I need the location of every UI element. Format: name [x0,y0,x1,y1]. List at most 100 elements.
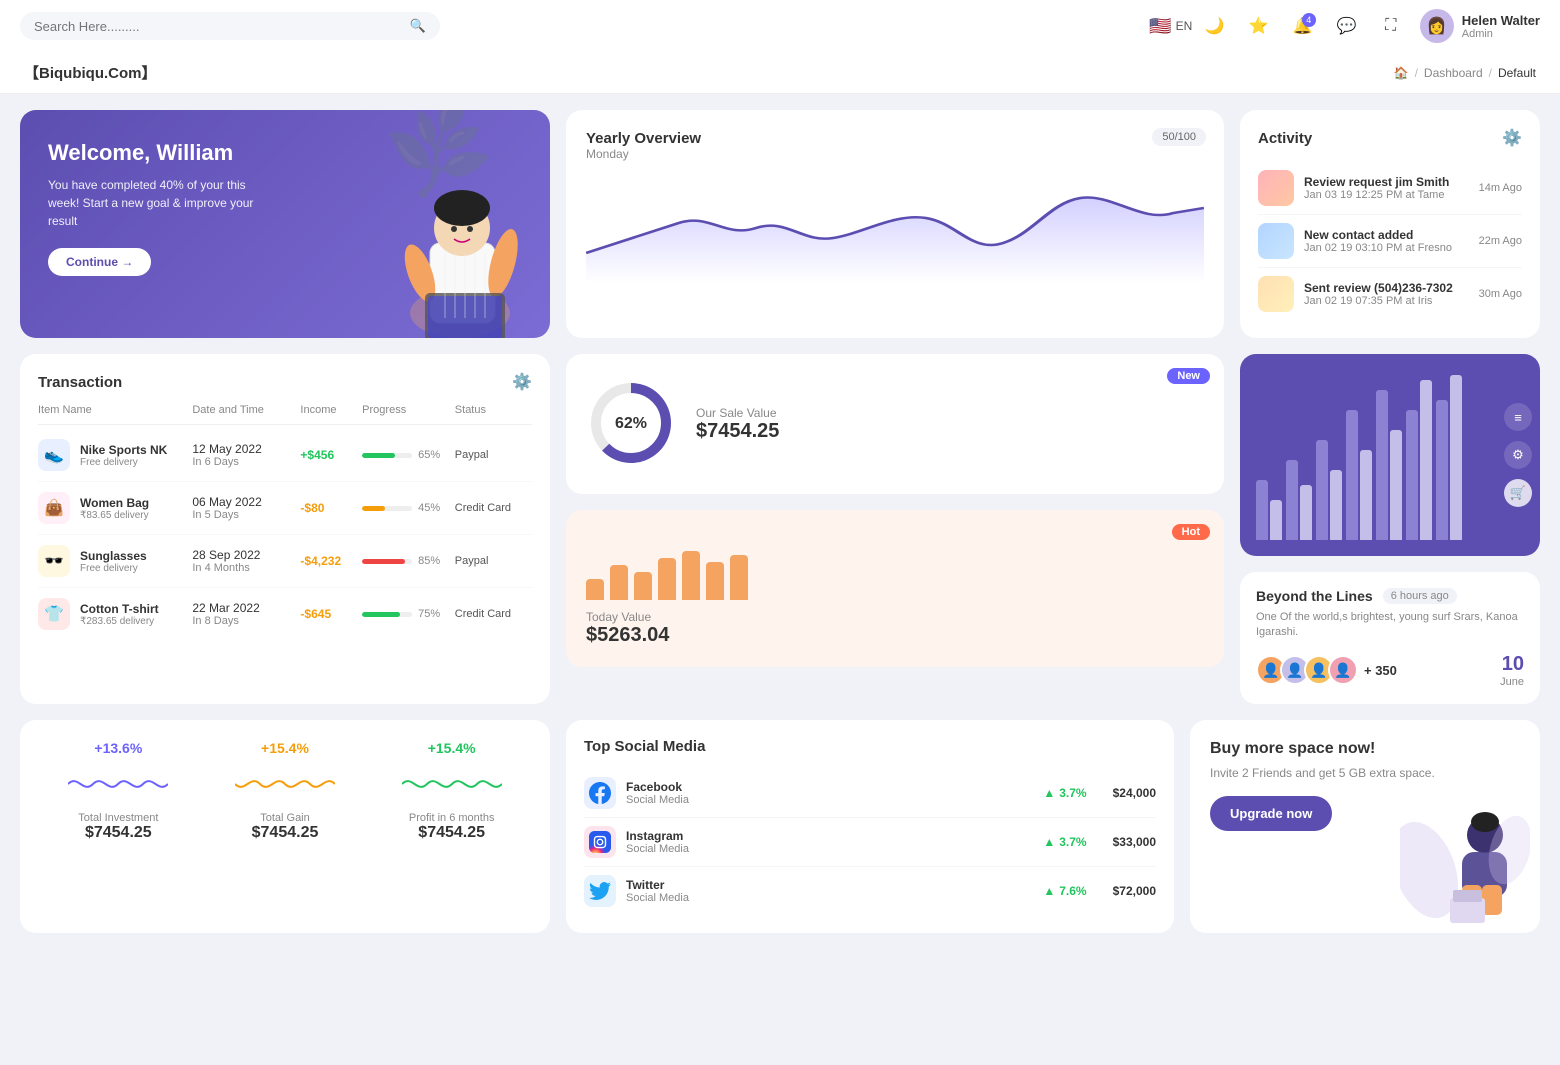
fullscreen-icon[interactable]: ⛶ [1376,11,1406,41]
instagram-amount: $33,000 [1113,835,1156,849]
activity-header: Activity ⚙️ [1258,128,1522,148]
home-icon[interactable]: 🏠 [1394,66,1409,80]
activity-settings[interactable]: ⚙️ [1502,128,1522,148]
bar-action-cart[interactable]: 🛒 [1504,479,1532,507]
date-1: 12 May 2022 [192,442,300,456]
stat-value-2: $7454.25 [252,824,319,842]
date-4: 22 Mar 2022 [192,601,300,615]
today-bar-7 [730,555,748,601]
income-3: -$4,232 [300,554,362,568]
social-card: Top Social Media Facebook Social Media ▲… [566,720,1174,933]
beyond-date-mon: June [1500,676,1524,688]
beyond-date-num: 10 [1500,653,1524,676]
beyond-date: 10 June [1500,653,1524,688]
favorites-icon[interactable]: ⭐ [1244,11,1274,41]
activity-info-1: Review request jim Smith Jan 03 19 12:25… [1304,175,1469,201]
stat-pct-3: +15.4% [428,740,476,756]
brand-logo: 【Biqubiqu.Com】 [24,62,156,83]
instagram-type: Social Media [626,843,1033,855]
breadcrumb-bar: 【Biqubiqu.Com】 🏠 / Dashboard / Default [0,52,1560,94]
item-icon-1: 👟 [38,439,70,471]
date-3: 28 Sep 2022 [192,548,300,562]
transaction-settings[interactable]: ⚙️ [512,372,532,392]
col-progress: Progress [362,404,455,416]
donut-chart: 62% [586,378,676,471]
search-icon: 🔍 [410,18,426,34]
stats-card: +13.6% Total Investment $7454.25 +15.4% … [20,720,550,933]
avatar-stack: 👤 👤 👤 👤 [1256,655,1358,685]
bar [1330,470,1342,540]
flag-icon[interactable]: 🇺🇸 EN [1156,11,1186,41]
first-row: 🌿 Welcome, William You have completed 40… [0,94,1560,354]
today-bar-2 [610,565,628,600]
bar-action-lines[interactable]: ≡ [1504,403,1532,431]
theme-toggle[interactable]: 🌙 [1200,11,1230,41]
date-info-4: 22 Mar 2022 In 8 Days [192,601,300,627]
activity-info-3: Sent review (504)236-7302 Jan 02 19 07:3… [1304,281,1469,307]
activity-sub-3: Jan 02 19 07:35 PM at Iris [1304,295,1469,307]
stat-value-1: $7454.25 [85,824,152,842]
buy-card: Buy more space now! Invite 2 Friends and… [1190,720,1540,933]
breadcrumb-dashboard[interactable]: Dashboard [1424,66,1483,80]
yearly-badge: 50/100 [1152,128,1206,146]
item-name-2: Women Bag [80,496,149,510]
search-bar[interactable]: 🔍 [20,12,440,40]
activity-time-1: 14m Ago [1479,182,1522,194]
pct-3: 85% [418,555,440,567]
transaction-header: Transaction ⚙️ [38,372,532,392]
activity-title: Activity [1258,130,1312,147]
stat-profit: +15.4% Profit in 6 months $7454.25 [373,740,530,913]
item-info-4: 👕 Cotton T-shirt ₹283.65 delivery [38,598,192,630]
item-icon-4: 👕 [38,598,70,630]
status-2: Credit Card [455,502,532,514]
buy-illustration [1400,810,1530,933]
item-info-2: 👜 Women Bag ₹83.65 delivery [38,492,192,524]
item-info-3: 🕶️ Sunglasses Free delivery [38,545,192,577]
activity-time-2: 22m Ago [1479,235,1522,247]
bar [1450,375,1462,540]
activity-thumb-3 [1258,276,1294,312]
buy-desc: Invite 2 Friends and get 5 GB extra spac… [1210,766,1520,780]
today-bar-4 [658,558,676,600]
progress-4: 75% [362,608,455,620]
yearly-title: Yearly Overview [586,130,1204,147]
facebook-amount: $24,000 [1113,786,1156,800]
facebook-name: Facebook [626,780,1033,794]
upgrade-button[interactable]: Upgrade now [1210,796,1332,831]
twitter-type: Social Media [626,892,1033,904]
notifications-icon[interactable]: 🔔 4 [1288,11,1318,41]
days-2: In 5 Days [192,509,300,521]
middle-col: New 62% Our Sale Value $7454.25 Hot [566,354,1224,704]
messages-icon[interactable]: 💬 [1332,11,1362,41]
income-1: +$456 [300,448,362,462]
instagram-icon [584,826,616,858]
today-bar-5 [682,551,700,600]
col-item: Item Name [38,404,192,416]
today-bars [586,530,1204,600]
today-card: Hot Today Value $5263.04 [566,510,1224,667]
item-info-1: 👟 Nike Sports NK Free delivery [38,439,192,471]
col-income: Income [300,404,362,416]
activity-thumb-2 [1258,223,1294,259]
avatar-4: 👤 [1328,655,1358,685]
plus-count: + 350 [1364,663,1397,678]
yearly-chart [586,173,1204,283]
continue-button[interactable]: Continue → [48,248,151,276]
bar [1300,485,1312,540]
pct-1: 65% [418,449,440,461]
bar [1376,390,1388,540]
welcome-desc: You have completed 40% of your this week… [48,176,268,230]
bar-action-settings[interactable]: ⚙ [1504,441,1532,469]
twitter-name: Twitter [626,878,1033,892]
today-bar-3 [634,572,652,600]
sep1: / [1415,66,1418,80]
bar [1406,410,1418,540]
stat-label-3: Profit in 6 months [409,812,495,824]
today-bar-6 [706,562,724,601]
sale-pct: 62% [615,415,647,433]
user-info[interactable]: 👩 Helen Walter Admin [1420,9,1540,43]
search-input[interactable] [34,19,402,34]
instagram-info: Instagram Social Media [626,829,1033,855]
facebook-growth: ▲ 3.7% [1043,786,1086,800]
transaction-card: Transaction ⚙️ Item Name Date and Time I… [20,354,550,704]
